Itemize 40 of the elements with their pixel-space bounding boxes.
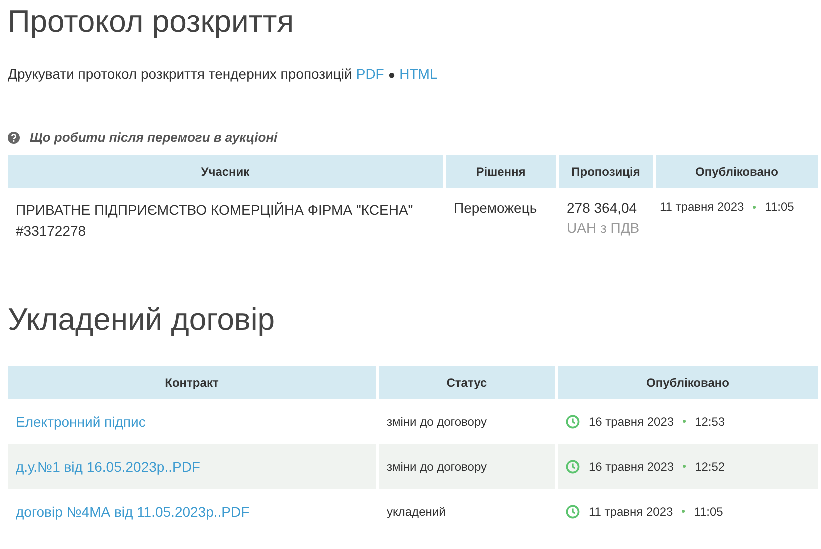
column-header: Учасник	[8, 155, 443, 188]
column-header: Опубліковано	[656, 155, 818, 188]
publish-date: 11 травня 2023	[660, 200, 744, 214]
publish-date: 16 травня 2023	[589, 414, 674, 428]
table-cell-text: зміни до договору	[386, 414, 488, 430]
clock-icon	[566, 504, 580, 518]
currency-note: UAH з ПДВ	[567, 220, 641, 236]
publish-time: 12:53	[695, 414, 726, 428]
publish-date: 11 травня 2023	[589, 504, 674, 518]
help-link[interactable]: Що робити після перемоги в аукціоні	[30, 130, 278, 145]
column-header: Рішення	[446, 155, 556, 188]
publish-time: 11:05	[765, 200, 794, 214]
table-cell-text: укладений	[386, 504, 447, 520]
amount: 278 364,04	[567, 200, 638, 216]
column-header: Контракт	[8, 366, 376, 399]
document-link[interactable]: Електронний підпис	[16, 414, 146, 430]
help-icon	[8, 132, 20, 144]
table-cell: зміни до договору	[379, 444, 555, 489]
section-title: Укладений договір	[8, 301, 276, 339]
publish-time: 11:05	[694, 504, 724, 518]
document-link[interactable]: договір №4МА від 11.05.2023р..PDF	[16, 504, 250, 520]
dot-icon	[683, 465, 686, 468]
link-separator: ●	[388, 68, 396, 82]
clock-icon	[566, 460, 580, 474]
print-label: Друкувати протокол розкриття тендерних пропозицій	[8, 66, 352, 82]
publish-date: 16 травня 2023	[589, 460, 674, 474]
section-title: Протокол розкриття	[8, 3, 295, 41]
dot-icon	[753, 206, 756, 210]
document-link[interactable]: д.у.№1 від 16.05.2023р..PDF	[16, 458, 200, 474]
column-header: Опубліковано	[558, 366, 818, 399]
download-link[interactable]: PDF	[356, 66, 384, 82]
column-header: Статус	[379, 366, 555, 399]
column-header: Пропозиція	[559, 155, 653, 188]
table-cell-text: Переможець	[453, 199, 538, 218]
publish-time: 12:52	[695, 460, 726, 474]
download-link[interactable]: HTML	[400, 66, 438, 82]
table-cell-text: ПРИВАТНЕ ПІДПРИЄМСТВО КОМЕРЦІЙНА ФІРМА "КСЕНА" #33172278	[15, 201, 414, 241]
dot-icon	[682, 510, 686, 513]
dot-icon	[683, 420, 686, 423]
clock-icon	[566, 414, 580, 428]
